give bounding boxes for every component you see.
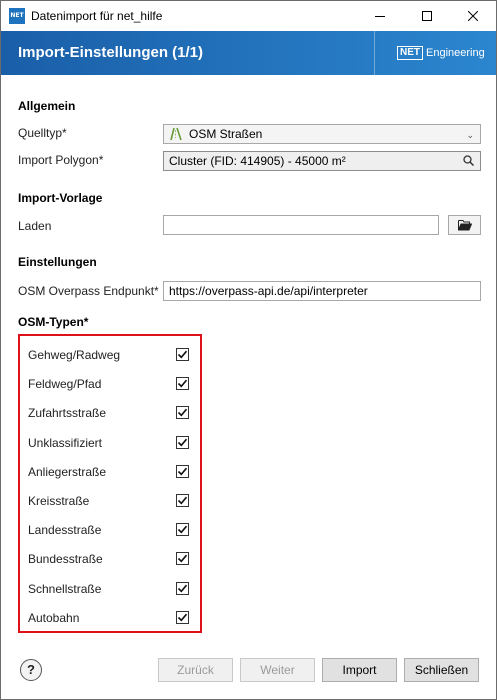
laden-label: Laden	[18, 219, 52, 233]
app-icon: NET	[9, 8, 25, 24]
endpoint-input[interactable]: https://overpass-api.de/api/interpreter	[163, 281, 481, 301]
polygon-field[interactable]: Cluster (FID: 414905) - 45000 m²	[163, 151, 481, 171]
osm-type-label: Landesstraße	[28, 523, 102, 538]
polygon-value: Cluster (FID: 414905) - 45000 m²	[169, 154, 346, 168]
osm-type-row[interactable]: Landesstraße	[28, 520, 196, 540]
minimize-icon	[375, 16, 385, 17]
osm-type-row[interactable]: Zufahrtsstraße	[28, 403, 196, 423]
endpoint-label: OSM Overpass Endpunkt*	[18, 284, 159, 298]
osm-type-checkbox[interactable]	[176, 406, 189, 420]
minimize-button[interactable]	[357, 1, 403, 31]
osm-type-label: Schnellstraße	[28, 581, 102, 596]
osm-type-row[interactable]: Autobahn	[28, 608, 196, 628]
close-dialog-button[interactable]: Schließen	[404, 658, 479, 682]
osm-type-checkbox[interactable]	[176, 552, 189, 566]
help-button[interactable]: ?	[20, 659, 42, 681]
checkmark-icon	[177, 409, 188, 417]
osm-type-row[interactable]: Feldweg/Pfad	[28, 374, 196, 394]
checkmark-icon	[177, 496, 188, 505]
checkmark-icon	[177, 350, 188, 359]
osm-type-row[interactable]: Anliegerstraße	[28, 462, 196, 482]
back-button[interactable]: Zurück	[158, 658, 233, 682]
logo-mark: NET	[397, 46, 423, 60]
window-title: Datenimport für net_hilfe	[31, 9, 163, 23]
close-icon	[468, 11, 478, 21]
osm-type-label: Unklassifiziert	[28, 435, 103, 450]
osm-type-checkbox[interactable]	[176, 523, 189, 537]
import-button[interactable]: Import	[322, 658, 397, 682]
title-bar: NET Datenimport für net_hilfe	[1, 1, 496, 31]
osm-type-checkbox[interactable]	[176, 464, 189, 478]
close-button[interactable]	[450, 1, 496, 31]
checkmark-icon	[177, 613, 188, 622]
next-button[interactable]: Weiter	[240, 658, 315, 682]
laden-input[interactable]	[163, 215, 439, 235]
osm-roads-icon	[170, 127, 182, 141]
osm-type-row[interactable]: Schnellstraße	[28, 579, 196, 599]
maximize-button[interactable]	[404, 1, 450, 31]
checkmark-icon	[177, 467, 188, 476]
osm-type-checkbox[interactable]	[176, 581, 189, 595]
osm-type-row[interactable]: Kreisstraße	[28, 491, 196, 511]
checkmark-icon	[177, 379, 188, 388]
osm-type-checkbox[interactable]	[176, 610, 189, 624]
section-einstellungen: Einstellungen	[18, 255, 97, 269]
osm-type-label: Bundesstraße	[28, 552, 103, 567]
osm-type-label: Kreisstraße	[28, 494, 90, 508]
search-icon[interactable]	[463, 155, 474, 166]
checkmark-icon	[177, 584, 188, 593]
section-allgemein: Allgemein	[18, 99, 76, 113]
checkmark-icon	[177, 438, 188, 447]
osm-type-row[interactable]: Gehweg/Radweg	[28, 345, 196, 365]
osm-types-list: Gehweg/Radweg Feldweg/Pfad Zufahrtsstraße U…	[18, 334, 202, 633]
osm-type-row[interactable]: Unklassifiziert	[28, 433, 196, 453]
quelltyp-select[interactable]: OSM Straßen ⌄	[163, 124, 481, 144]
osm-type-label: Feldweg/Pfad	[28, 377, 102, 392]
osm-type-row[interactable]: Bundesstraße	[28, 549, 196, 569]
checkmark-icon	[177, 525, 188, 534]
folder-open-icon	[457, 220, 472, 231]
osm-type-checkbox[interactable]	[176, 377, 189, 391]
open-template-button[interactable]	[448, 215, 481, 235]
company-logo: NET Engineering	[374, 31, 496, 75]
maximize-icon	[422, 11, 432, 21]
section-osm-types: OSM-Typen*	[18, 315, 89, 329]
osm-type-label: Autobahn	[28, 610, 80, 625]
osm-type-label: Zufahrtsstraße	[28, 406, 107, 421]
osm-type-label: Gehweg/Radweg	[28, 348, 121, 362]
osm-type-checkbox[interactable]	[176, 435, 189, 449]
quelltyp-label: Quelltyp*	[18, 126, 67, 140]
quelltyp-value: OSM Straßen	[189, 127, 263, 141]
osm-type-checkbox[interactable]	[176, 348, 189, 361]
logo-text: Engineering	[426, 47, 485, 59]
checkmark-icon	[177, 555, 188, 563]
page-title: Import-Einstellungen (1/1)	[18, 44, 204, 61]
section-import-vorlage: Import-Vorlage	[18, 191, 103, 205]
osm-type-checkbox[interactable]	[176, 494, 189, 507]
import-dialog: NET Datenimport für net_hilfe Import-Ein…	[0, 0, 497, 700]
chevron-down-icon: ⌄	[466, 130, 474, 140]
header-banner: Import-Einstellungen (1/1) NET Engineeri…	[1, 31, 496, 75]
osm-type-label: Anliegerstraße	[28, 464, 107, 479]
polygon-label: Import Polygon*	[18, 153, 104, 167]
